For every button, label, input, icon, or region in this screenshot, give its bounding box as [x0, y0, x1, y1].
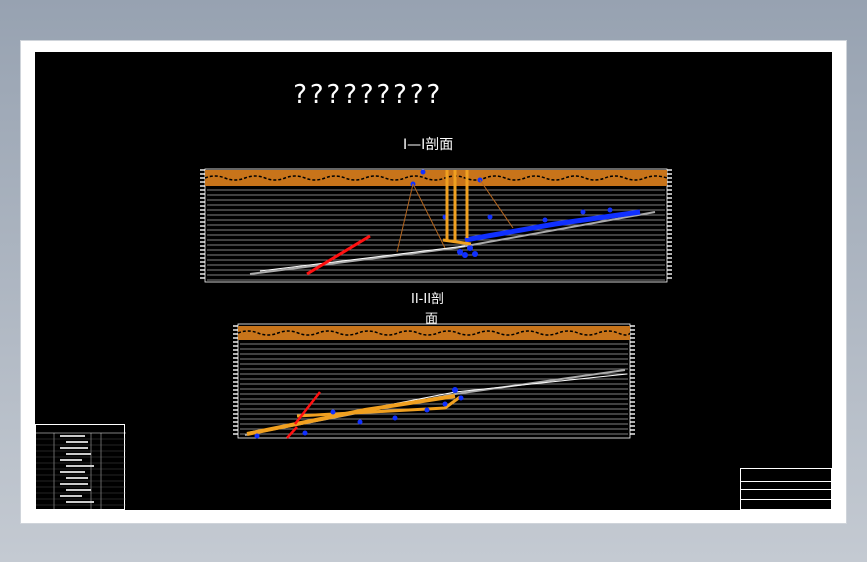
section-1-title: I—I剖面: [403, 137, 454, 153]
section-drawing-svg: [200, 168, 672, 439]
legend-row-text-mark: [66, 501, 94, 503]
section-1-terrain-band: [205, 170, 667, 186]
section-2-fault-b: [286, 426, 298, 439]
legend-table: [35, 424, 126, 511]
legend-row-text-mark: [60, 483, 88, 485]
legend-row-text-mark: [66, 489, 91, 491]
legend-row-text-mark: [60, 447, 88, 449]
title-block: [740, 468, 832, 510]
legend-row-text-mark: [60, 459, 82, 461]
section-1-right-scale: [667, 169, 672, 279]
legend-row-text-mark: [60, 471, 85, 473]
section-1-left-scale: [200, 169, 205, 279]
legend-table-lines: [36, 432, 126, 511]
title-block-row: [741, 489, 831, 490]
section-2-title-line1: II-II剖: [411, 292, 445, 307]
title-block-row: [741, 499, 831, 500]
legend-row-text-mark: [66, 465, 94, 467]
title-block-row: [741, 481, 831, 482]
section-2-left-scale: [233, 325, 238, 435]
legend-row-text-mark: [60, 495, 82, 497]
section-2-right-scale: [630, 325, 635, 435]
section-1-profile: [200, 168, 672, 283]
section-2-profile: [233, 323, 635, 439]
section-1-grid-lines: [207, 189, 665, 281]
legend-row-text-mark: [66, 441, 88, 443]
drawing-main-title: ?????????: [292, 80, 442, 110]
legend-row-text-mark: [66, 453, 91, 455]
drawing-canvas: ????????? I—I剖面 II-II剖 面: [35, 52, 832, 511]
legend-row-text-mark: [66, 477, 88, 479]
legend-row-text-mark: [60, 435, 85, 437]
section-2-title-line2: 面: [425, 312, 439, 327]
